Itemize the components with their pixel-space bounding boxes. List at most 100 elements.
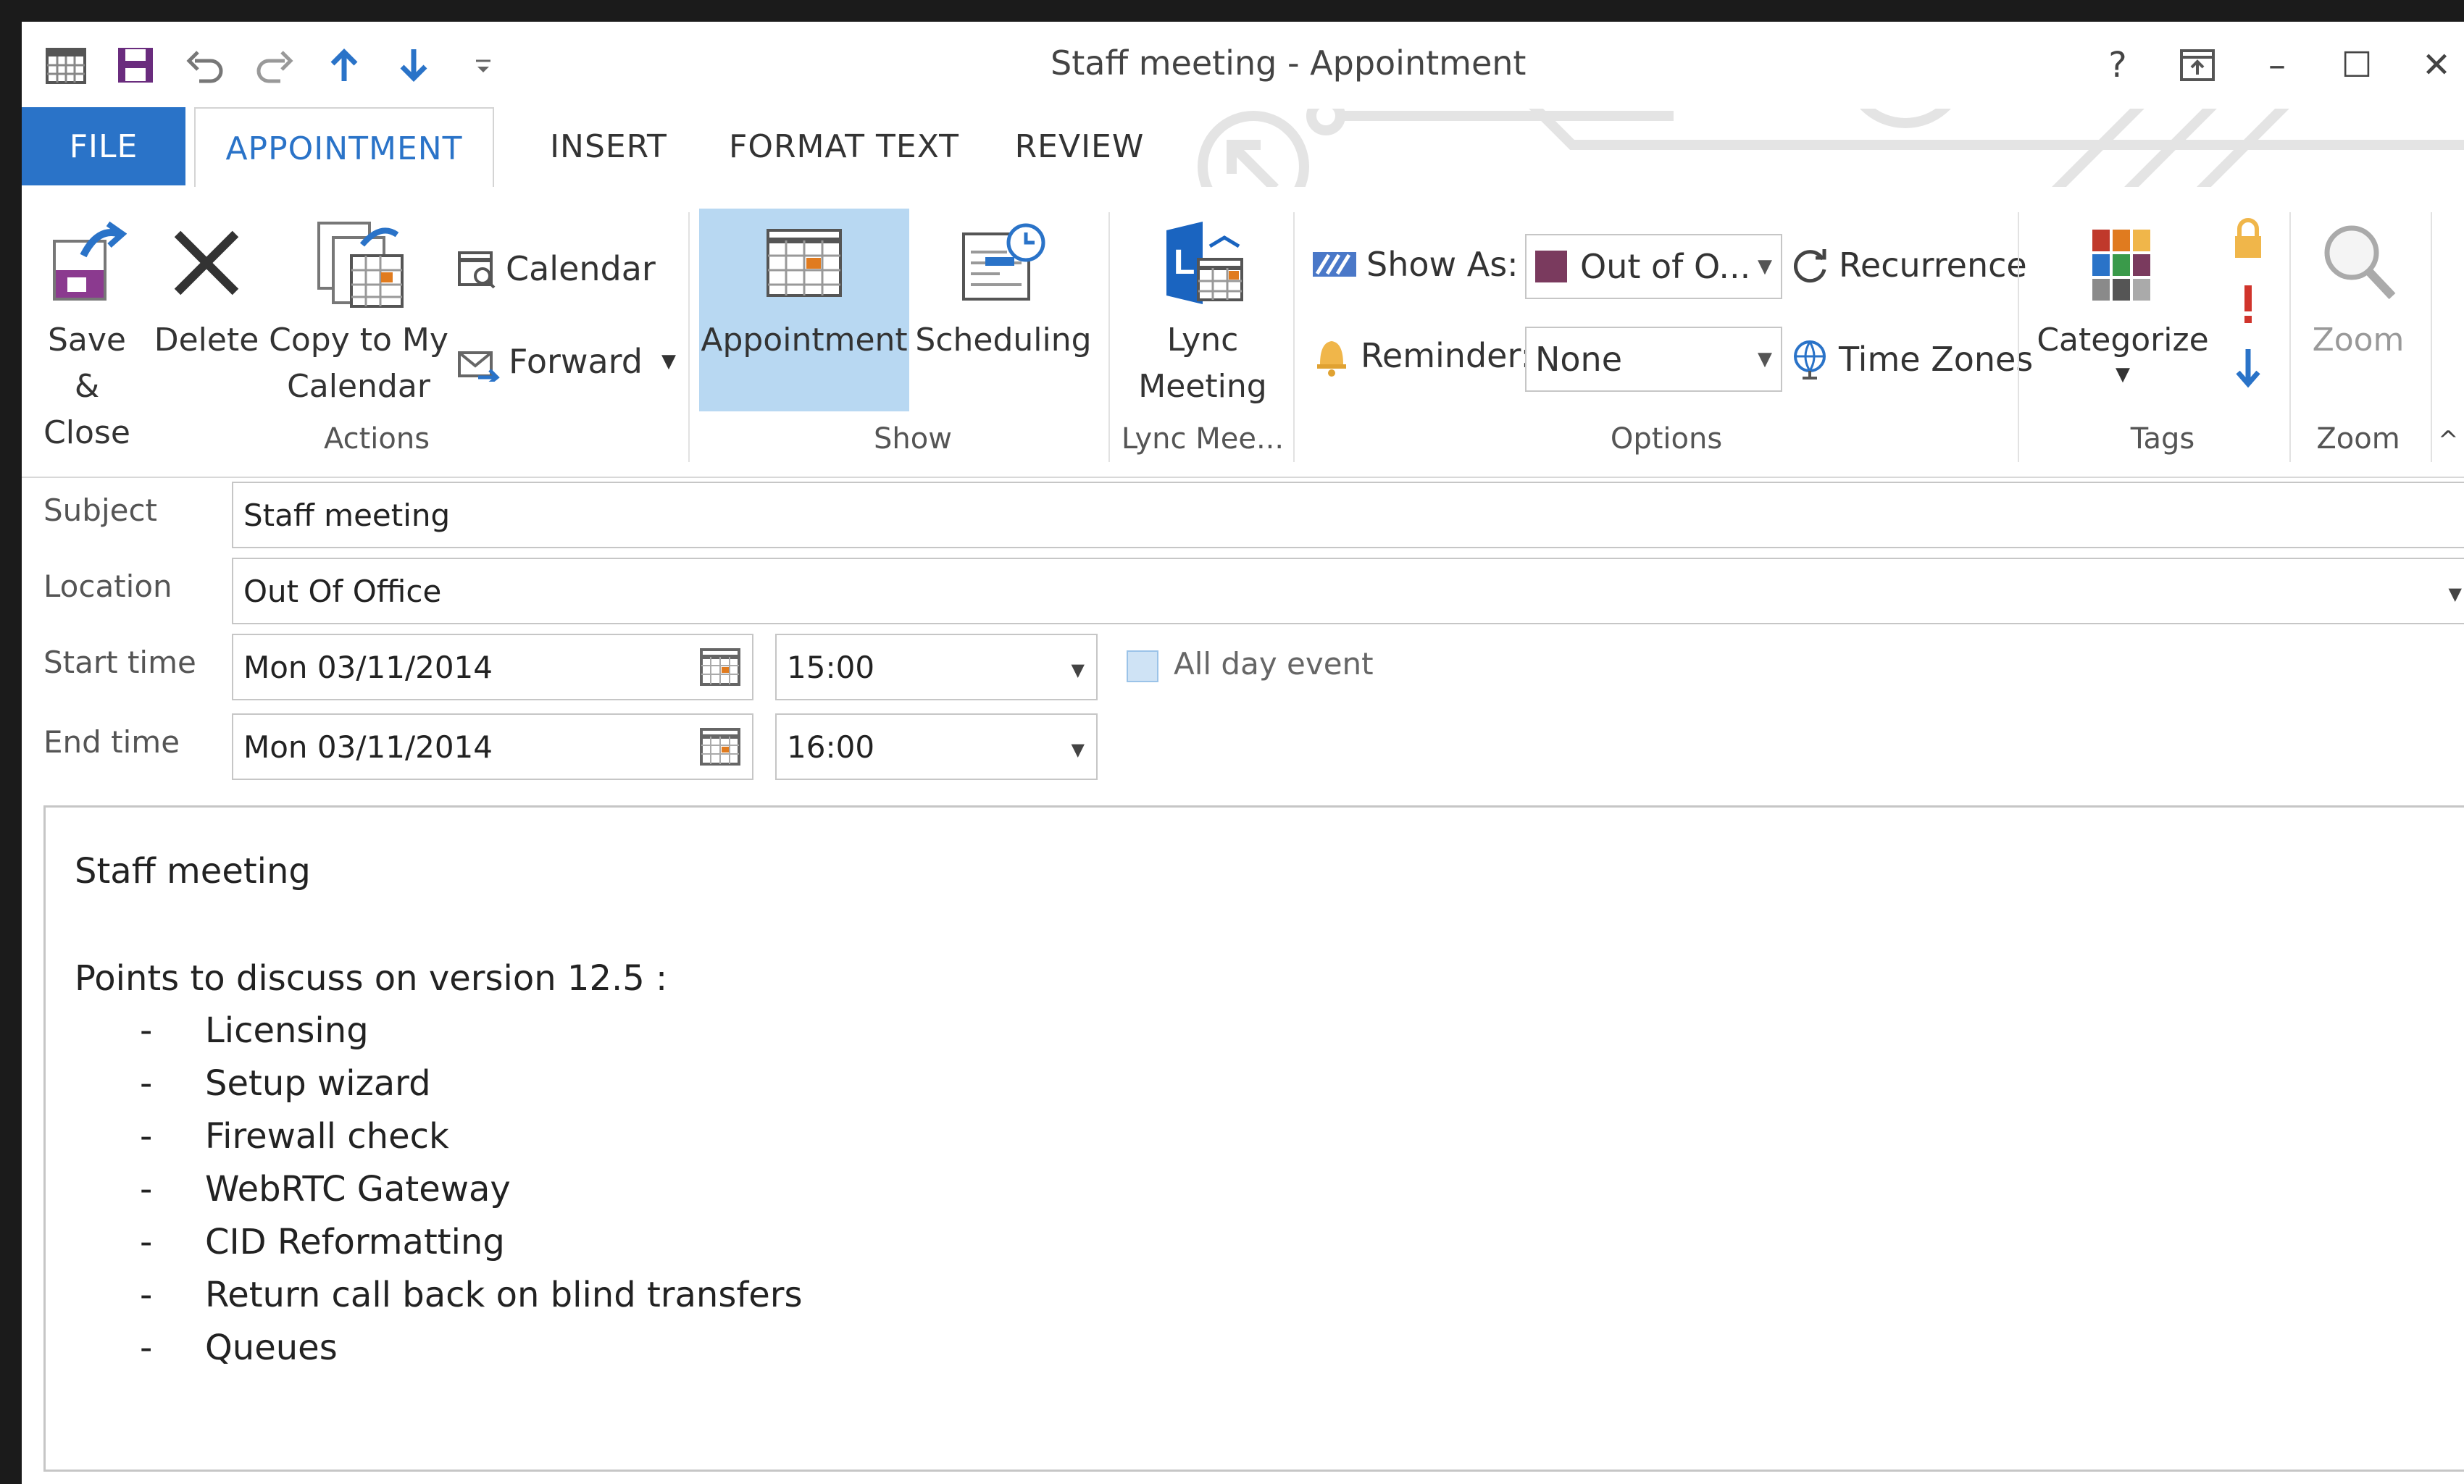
tab-insert[interactable]: INSERT xyxy=(529,107,688,185)
calendar-app-icon[interactable] xyxy=(43,43,88,88)
status-color-swatch xyxy=(1535,251,1567,282)
svg-text:L: L xyxy=(1174,243,1195,282)
body-title: Staff meeting xyxy=(75,851,311,892)
list-item: Firewall check xyxy=(205,1116,449,1157)
chevron-down-icon: ▼ xyxy=(1758,348,1772,370)
low-importance-icon[interactable] xyxy=(2228,346,2268,393)
recurrence-label: Recurrence xyxy=(1839,246,2027,285)
arrow-up-icon[interactable] xyxy=(322,43,367,88)
tab-format-text[interactable]: FORMAT TEXT xyxy=(710,107,978,185)
categorize-dropdown-icon: ▼ xyxy=(2116,364,2130,385)
tab-appointment[interactable]: APPOINTMENT xyxy=(194,107,494,188)
forward-dropdown-arrow-icon[interactable]: ▼ xyxy=(661,351,676,372)
maximize-button[interactable]: ☐ xyxy=(2329,38,2384,93)
copy-to-calendar-icon xyxy=(312,209,406,317)
scheduling-icon xyxy=(956,209,1051,317)
save-close-label-1: Save & xyxy=(47,322,126,405)
customize-toolbar-icon[interactable] xyxy=(461,43,506,88)
date-picker-icon[interactable] xyxy=(698,726,742,774)
show-as-value: Out of O... xyxy=(1580,247,1751,286)
start-time-input[interactable]: 15:00 ▼ xyxy=(775,634,1098,700)
list-item: Setup wizard xyxy=(205,1063,431,1104)
calendar-label: Calendar xyxy=(506,249,656,288)
close-button[interactable]: ✕ xyxy=(2409,38,2464,93)
group-separator xyxy=(1108,212,1110,462)
appointment-icon xyxy=(761,209,848,317)
copy-to-my-calendar-button[interactable]: Copy to My Calendar xyxy=(268,209,449,410)
show-as-text: Show As: xyxy=(1366,245,1519,284)
group-label-tags: Tags xyxy=(2130,422,2195,456)
show-as-dropdown[interactable]: Out of O... ▼ xyxy=(1525,234,1782,299)
recurrence-icon xyxy=(1794,249,1826,283)
start-time-dropdown-icon[interactable]: ▼ xyxy=(1072,660,1085,680)
location-dropdown-icon[interactable]: ▼ xyxy=(2449,584,2462,604)
zoom-button[interactable]: Zoom xyxy=(2297,209,2420,364)
start-date-input[interactable]: Mon 03/11/2014 xyxy=(232,634,753,700)
location-value: Out Of Office xyxy=(243,573,442,609)
forward-icon xyxy=(458,351,500,382)
ribbon: Save & Close Delete Copy to My Calendar … xyxy=(22,187,2464,478)
redo-icon[interactable] xyxy=(252,43,297,88)
high-importance-icon[interactable] xyxy=(2228,281,2268,327)
time-zones-label: Time Zones xyxy=(1839,340,2034,379)
show-as-label: Show As: xyxy=(1311,245,1519,284)
copy-label-2: Calendar xyxy=(287,368,430,405)
save-icon[interactable] xyxy=(113,43,158,88)
tab-file[interactable]: FILE xyxy=(22,107,185,185)
forward-button[interactable]: Forward ▼ xyxy=(456,341,676,382)
all-day-label: All day event xyxy=(1174,646,1374,682)
group-label-options: Options xyxy=(1610,422,1723,456)
end-date-value: Mon 03/11/2014 xyxy=(243,729,493,765)
save-close-button[interactable]: Save & Close xyxy=(36,209,138,456)
list-item: Queues xyxy=(205,1328,338,1368)
list-item: CID Reformatting xyxy=(205,1222,505,1262)
window-title: Staff meeting - Appointment xyxy=(1051,43,1527,83)
ribbon-display-options-icon[interactable] xyxy=(2170,38,2225,93)
delete-button[interactable]: Delete xyxy=(154,209,259,364)
recurrence-button[interactable]: Recurrence xyxy=(1789,245,2027,285)
help-button[interactable]: ? xyxy=(2090,38,2145,93)
reminder-value: None xyxy=(1535,340,1623,379)
bullet-dash: - xyxy=(140,1275,153,1315)
delete-label: Delete xyxy=(154,322,259,359)
lync-meeting-button[interactable]: L Lync Meeting xyxy=(1123,209,1282,410)
minimize-button[interactable]: – xyxy=(2250,38,2305,93)
tab-review[interactable]: REVIEW xyxy=(1000,107,1159,185)
all-day-checkbox[interactable] xyxy=(1127,650,1158,682)
time-zones-button[interactable]: Time Zones xyxy=(1789,338,2033,381)
group-separator xyxy=(2018,212,2019,462)
start-date-value: Mon 03/11/2014 xyxy=(243,649,493,685)
end-time-dropdown-icon[interactable]: ▼ xyxy=(1072,739,1085,760)
lock-private-icon[interactable] xyxy=(2228,216,2268,262)
zoom-label: Zoom xyxy=(2312,322,2405,359)
end-date-input[interactable]: Mon 03/11/2014 xyxy=(232,713,753,780)
arrow-down-icon[interactable] xyxy=(391,43,436,88)
subject-input[interactable]: Staff meeting xyxy=(232,482,2464,548)
collapse-ribbon-icon[interactable]: ^ xyxy=(2438,426,2459,455)
list-item: WebRTC Gateway xyxy=(205,1169,511,1210)
calendar-button[interactable]: Calendar xyxy=(456,248,656,289)
undo-icon[interactable] xyxy=(183,43,227,88)
chevron-down-icon: ▼ xyxy=(1758,256,1772,277)
copy-label-1: Copy to My xyxy=(269,322,448,359)
reminder-text: Reminder: xyxy=(1361,336,1532,375)
appointment-window: Staff meeting - Appointment ? – ☐ ✕ FILE… xyxy=(22,22,2464,1484)
show-as-icon xyxy=(1313,252,1356,277)
scheduling-button[interactable]: Scheduling xyxy=(913,209,1094,364)
end-time-input[interactable]: 16:00 ▼ xyxy=(775,713,1098,780)
bullet-dash: - xyxy=(140,1063,153,1104)
group-separator xyxy=(688,212,690,462)
reminder-dropdown[interactable]: None ▼ xyxy=(1525,327,1782,392)
location-input[interactable]: Out Of Office ▼ xyxy=(232,558,2464,624)
save-close-label-2: Close xyxy=(43,414,130,451)
title-bar: Staff meeting - Appointment ? – ☐ ✕ xyxy=(22,22,2464,109)
appointment-view-button[interactable]: Appointment xyxy=(699,209,909,411)
quick-access-toolbar xyxy=(43,38,506,93)
appointment-body-editor[interactable]: Staff meeting Points to discuss on versi… xyxy=(43,805,2464,1472)
end-time-label: End time xyxy=(43,724,180,760)
date-picker-icon[interactable] xyxy=(698,647,742,695)
window-controls: ? – ☐ ✕ xyxy=(2090,38,2464,93)
bullet-dash: - xyxy=(140,1116,153,1157)
categorize-button[interactable]: Categorize ▼ xyxy=(2036,209,2210,385)
list-item: Return call back on blind transfers xyxy=(205,1275,803,1315)
